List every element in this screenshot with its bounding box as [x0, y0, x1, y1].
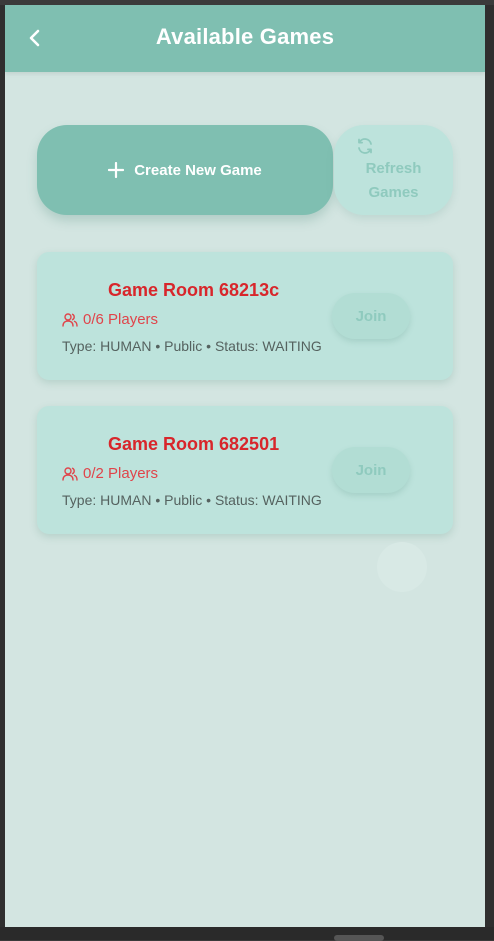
faded-circle	[377, 542, 427, 592]
create-new-game-button[interactable]: Create New Game	[37, 125, 333, 215]
refresh-label-line2: Games	[368, 184, 419, 201]
page-title: Available Games	[155, 24, 335, 49]
join-button[interactable]: Join	[332, 293, 410, 339]
app-screen: Available Games Create New Game Refresh …	[5, 5, 485, 927]
app-header: Available Games	[5, 5, 485, 72]
player-count-label: 0/2 Players	[83, 465, 159, 482]
refresh-icon	[356, 137, 374, 159]
game-meta: Type: HUMAN • Public • Status: WAITING	[62, 492, 322, 508]
bottom-bar	[0, 927, 494, 940]
join-button[interactable]: Join	[332, 447, 410, 493]
plus-icon	[108, 162, 125, 178]
game-card: Game Room 682501 0/2 Players Type: HUMAN…	[37, 406, 453, 534]
refresh-games-label: Refresh Games	[334, 157, 453, 205]
game-title: Game Room 68213c	[108, 280, 280, 300]
users-icon	[62, 466, 78, 481]
create-new-game-label: Create New Game	[134, 161, 262, 179]
refresh-games-button[interactable]: Refresh Games	[334, 125, 453, 215]
game-title: Game Room 682501	[108, 434, 280, 454]
game-card: Game Room 68213c 0/6 Players Type: HUMAN…	[37, 252, 453, 380]
refresh-label-line1: Refresh	[365, 160, 422, 177]
player-count-label: 0/6 Players	[83, 311, 159, 328]
player-count: 0/2 Players	[62, 465, 158, 482]
users-icon	[62, 312, 78, 327]
game-meta: Type: HUMAN • Public • Status: WAITING	[62, 338, 322, 354]
player-count: 0/6 Players	[62, 311, 158, 328]
device-frame: Available Games Create New Game Refresh …	[0, 0, 494, 941]
home-indicator	[334, 935, 384, 941]
